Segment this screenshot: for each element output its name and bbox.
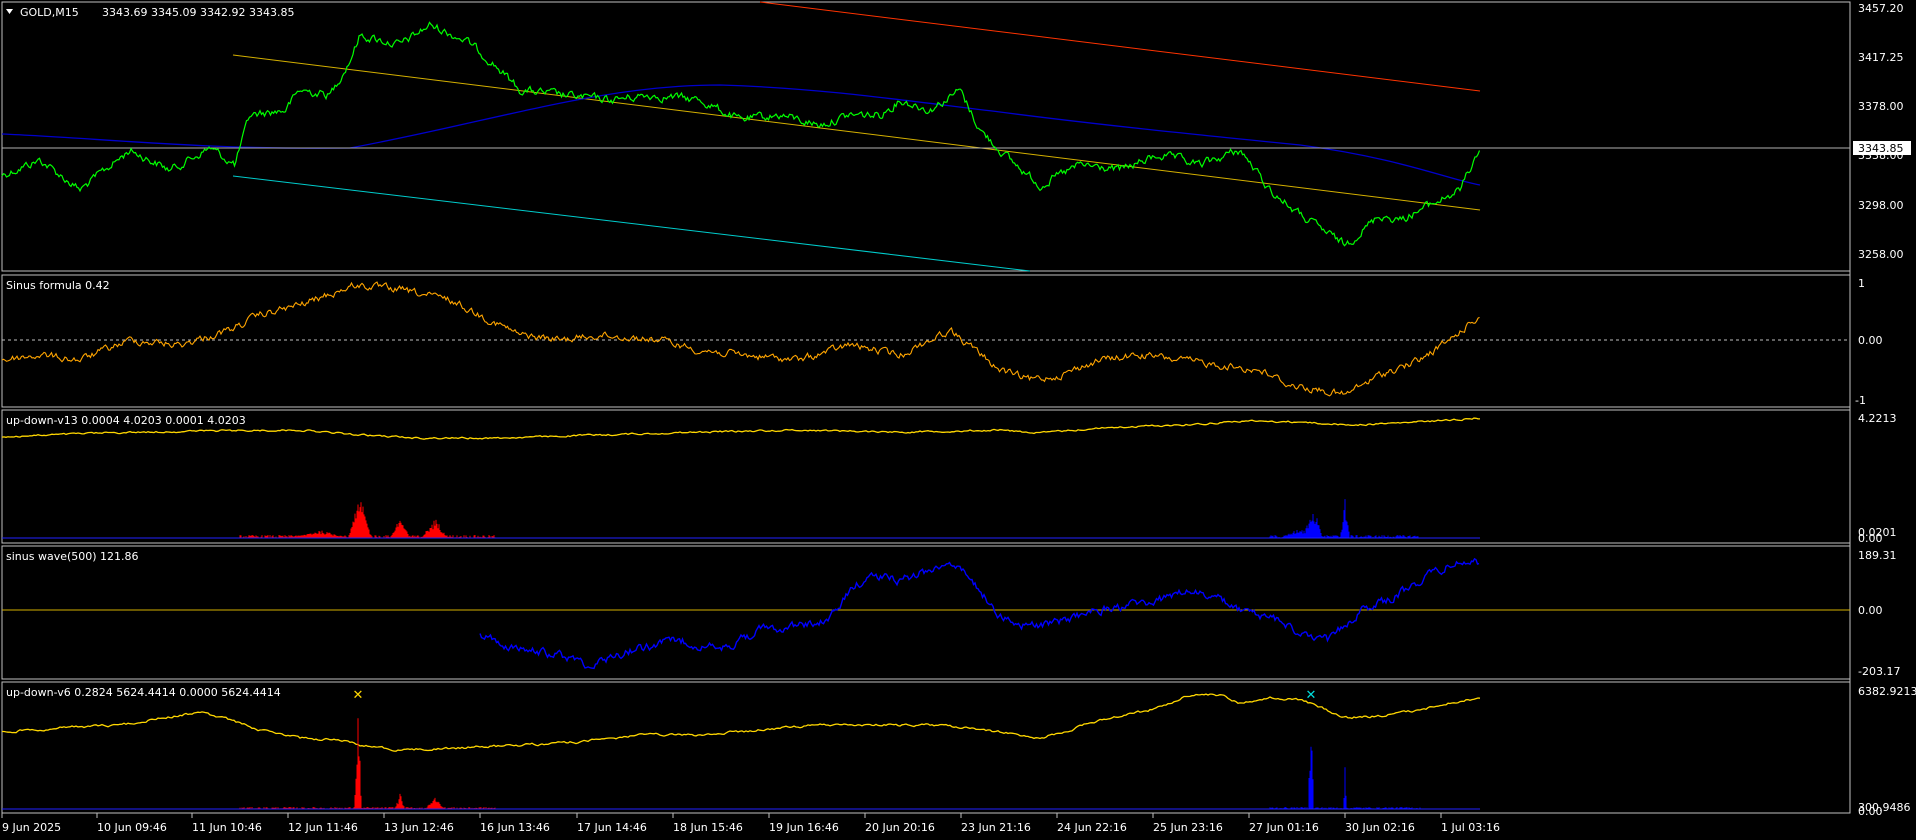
channel-bottom-line <box>232 175 1031 272</box>
pane3-tick: -203.17 <box>1858 665 1900 678</box>
trading-chart[interactable]: ✕ ✕ GOLD,M15 3343.69 3345.09 3342.92 334… <box>0 0 1916 840</box>
collapse-triangle-icon[interactable] <box>6 9 13 14</box>
symbol-label: GOLD,M15 <box>20 6 79 19</box>
pane3-tick: 189.31 <box>1858 549 1897 562</box>
pane2-title: up-down-v13 0.0004 4.0203 0.0001 4.0203 <box>6 414 246 427</box>
time-label: 12 Jun 11:46 <box>288 821 358 834</box>
pane2-tick: 4.2213 <box>1858 412 1897 425</box>
time-label: 27 Jun 01:16 <box>1249 821 1319 834</box>
time-label: 10 Jun 09:46 <box>97 821 167 834</box>
time-label: 25 Jun 23:16 <box>1153 821 1223 834</box>
time-label: 1 Jul 03:16 <box>1441 821 1500 834</box>
pane1-title: Sinus formula 0.42 <box>6 279 110 292</box>
up-down-v6-red-histogram <box>239 718 496 809</box>
time-axis: 9 Jun 2025 10 Jun 09:46 11 Jun 10:46 12 Jun… <box>1 813 1500 834</box>
up-down-v13-red-histogram <box>239 502 496 538</box>
pane4-title: up-down-v6 0.2824 5624.4414 0.0000 5624.… <box>6 686 281 699</box>
time-label: 20 Jun 20:16 <box>865 821 935 834</box>
price-tick: 3258.00 <box>1858 248 1904 261</box>
up-down-v6-line <box>2 693 1481 752</box>
pane2-tick: 0.00 <box>1858 532 1883 545</box>
time-label: 30 Jun 02:16 <box>1345 821 1415 834</box>
sinus-wave-line <box>479 557 1480 670</box>
pane3-frame <box>1 545 1851 680</box>
channel-mid-line <box>232 54 1481 211</box>
pane2-frame <box>1 409 1851 544</box>
time-label: 13 Jun 12:46 <box>384 821 454 834</box>
up-down-v13-blue-histogram <box>1269 499 1421 538</box>
price-tick: 3457.20 <box>1858 2 1904 15</box>
ohlc-values: 3343.69 3345.09 3342.92 3343.85 <box>102 6 294 19</box>
channel-top-line <box>759 1 1481 92</box>
time-label: 23 Jun 21:16 <box>961 821 1031 834</box>
pane1-tick: -1 <box>1855 394 1866 407</box>
pane3-title: sinus wave(500) 121.86 <box>6 550 139 563</box>
current-price-label: 3343.85 <box>1858 142 1904 155</box>
up-down-v6-blue-histogram <box>1269 746 1421 809</box>
pane4-tick: 6382.9213 <box>1858 685 1916 698</box>
price-tick: 3417.25 <box>1858 51 1904 64</box>
pane4-tick: 0.00 <box>1858 805 1883 818</box>
pane3-tick: 0.00 <box>1858 604 1883 617</box>
time-label: 19 Jun 16:46 <box>769 821 839 834</box>
time-label: 11 Jun 10:46 <box>192 821 262 834</box>
time-label: 24 Jun 22:16 <box>1057 821 1127 834</box>
pane1-tick: 1 <box>1858 277 1865 290</box>
price-line <box>1 21 1481 247</box>
pane1-tick: 0.00 <box>1858 334 1883 347</box>
price-tick: 3298.00 <box>1858 199 1904 212</box>
sinus-formula-line <box>1 281 1480 397</box>
main-pane-frame <box>1 1 1851 272</box>
time-label: 9 Jun 2025 <box>2 821 61 834</box>
pane4-frame <box>1 681 1851 814</box>
time-label: 17 Jun 14:46 <box>577 821 647 834</box>
price-tick: 3378.00 <box>1858 100 1904 113</box>
sell-signal-icon: ✕ <box>353 688 364 703</box>
time-label: 16 Jun 13:46 <box>480 821 550 834</box>
time-label: 18 Jun 15:46 <box>673 821 743 834</box>
buy-signal-icon: ✕ <box>1306 688 1317 703</box>
